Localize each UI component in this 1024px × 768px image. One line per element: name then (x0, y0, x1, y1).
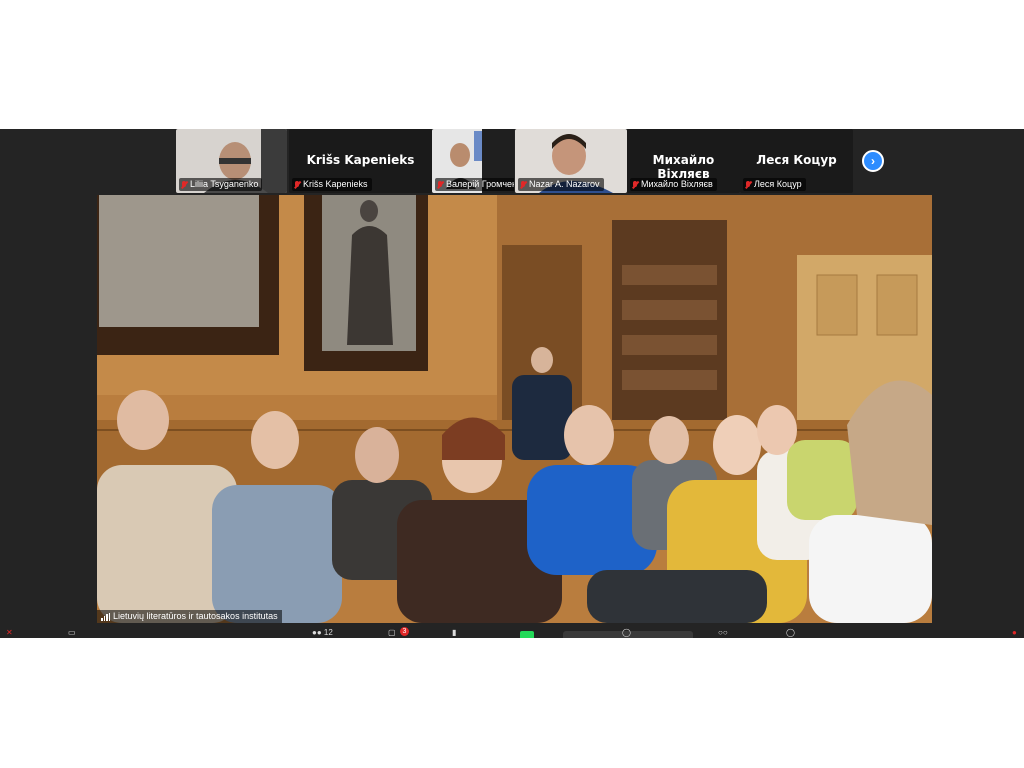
participant-big-name: Михайло Віхляєв (652, 153, 715, 181)
meeting-window: Liliia Tsyganenko Krišs Kapenieks Krišs … (0, 129, 1024, 638)
participant-big-name: Леся Коцур (756, 153, 837, 167)
muted-mic-icon (520, 180, 526, 189)
muted-mic-icon (632, 180, 638, 189)
muted-mic-icon (437, 180, 443, 189)
participant-tile-nazar[interactable]: Nazar A. Nazarov (515, 129, 627, 193)
participant-tile-kriss[interactable]: Krišs Kapenieks Krišs Kapenieks (289, 129, 432, 193)
muted-mic-icon (181, 180, 187, 189)
mute-button[interactable]: ✕ (6, 629, 13, 638)
participant-tile-valerii[interactable]: Валерій Громченко (432, 129, 514, 193)
muted-mic-icon (745, 180, 751, 189)
chevron-right-icon: › (871, 154, 875, 168)
chat-icon[interactable]: ▢ (388, 629, 396, 638)
participant-name-label: Михайло Віхляєв (630, 178, 717, 191)
participant-tile-mykhailo[interactable]: Михайло Віхляєв Михайло Віхляєв (627, 129, 740, 193)
video-camera-icon[interactable]: ▭ (68, 629, 76, 638)
next-page-button[interactable]: › (862, 150, 884, 172)
participant-name-label: Krišs Kapenieks (292, 178, 372, 191)
signal-bars-icon (101, 612, 110, 621)
participant-big-name: Krišs Kapenieks (306, 153, 415, 167)
leave-icon[interactable]: ● (1012, 629, 1017, 638)
muted-mic-icon (294, 180, 300, 189)
participants-icon[interactable]: ●● 12 (312, 629, 333, 638)
share-screen-button[interactable] (520, 631, 534, 638)
participant-name-label: Nazar A. Nazarov (518, 178, 604, 191)
participant-tile-lesia[interactable]: Леся Коцур Леся Коцур (740, 129, 853, 193)
info-icon[interactable]: ◯ (622, 629, 631, 638)
active-speaker-label: Lietuvių literatūros ir tautosakos insti… (97, 610, 282, 623)
active-speaker-video (97, 195, 932, 623)
participant-tile-liliia[interactable]: Liliia Tsyganenko (176, 129, 287, 193)
participant-name-label: Liliia Tsyganenko (179, 178, 263, 191)
conference-room-scene (97, 195, 932, 623)
share-icon[interactable]: ▮ (452, 629, 456, 638)
chat-badge: 3 (400, 627, 409, 636)
meeting-toolbar: ✕ ▭ ●● 12 ▢ 3 ▮ ◯ ○○ ◯ ● (0, 627, 1024, 638)
reactions-icon[interactable]: ○○ (718, 629, 728, 638)
participant-name-label: Валерій Громченко (435, 178, 514, 191)
participant-name-label: Леся Коцур (743, 178, 806, 191)
more-icon[interactable]: ◯ (786, 629, 795, 638)
